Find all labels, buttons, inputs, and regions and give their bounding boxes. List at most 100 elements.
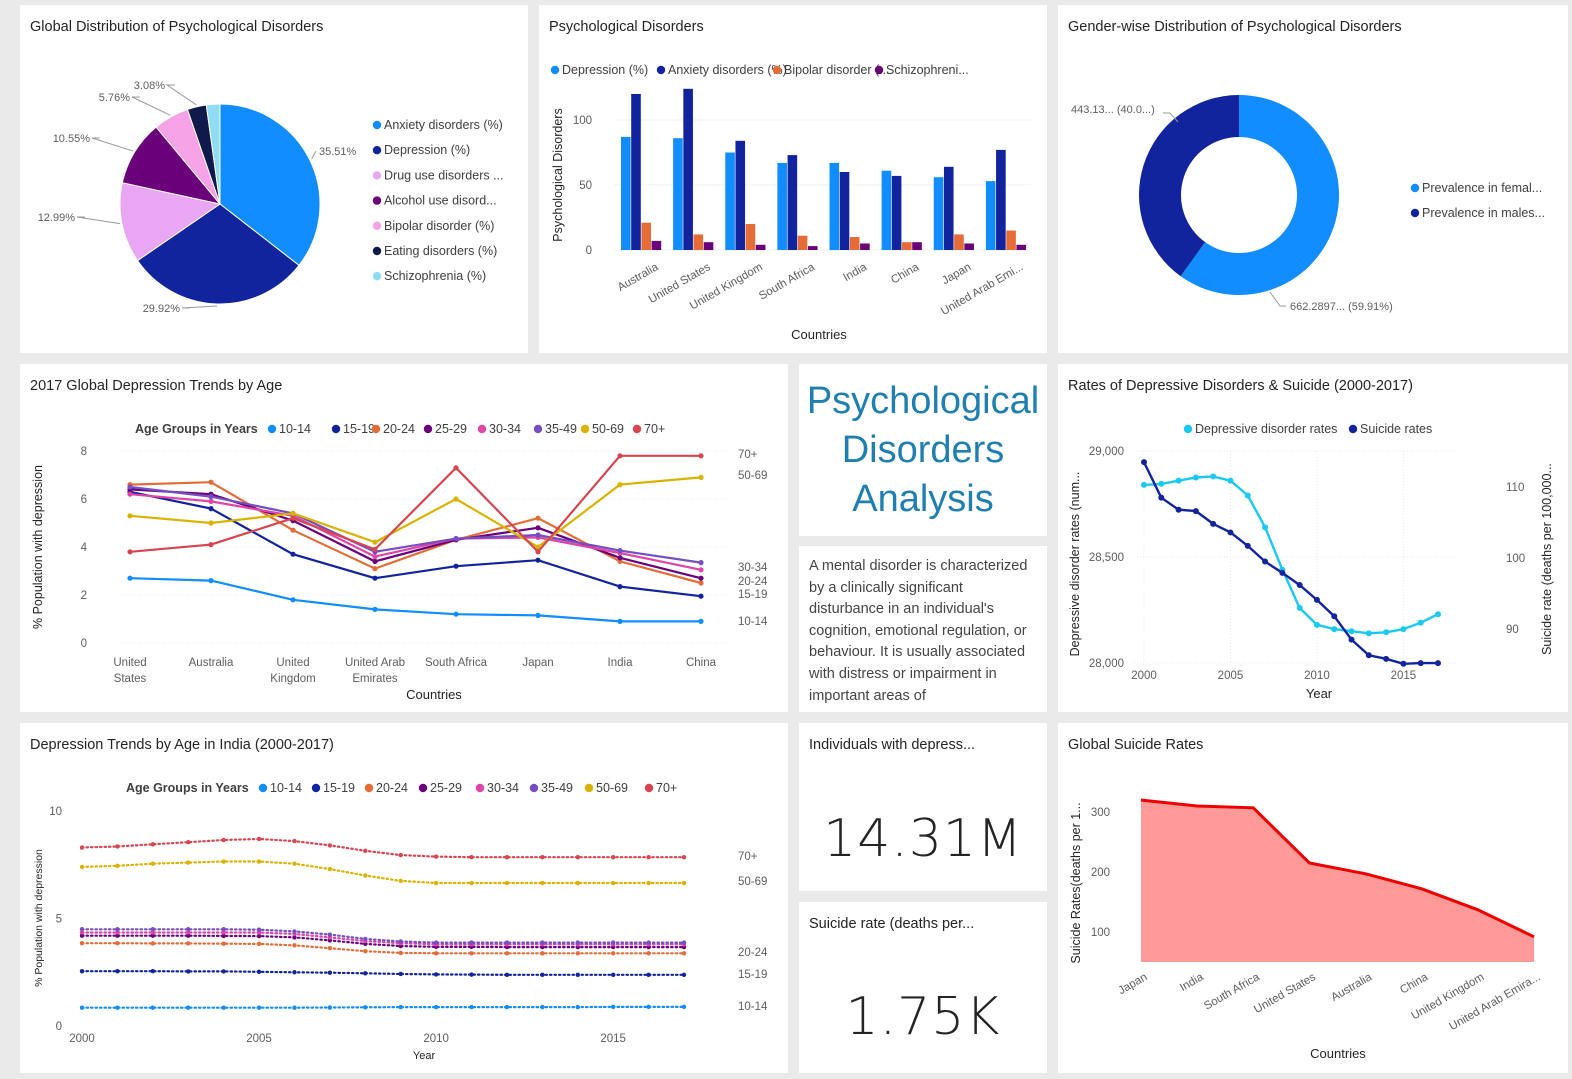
dual-y-axis-label-left: Depressive disorder rates (num... [1068,472,1082,657]
india-point-10-14 [292,1005,297,1010]
bar-legend-schizophreni-dot [874,65,884,75]
bar-south-africa-schizophreni [807,246,818,250]
india-point-50-69 [681,880,687,886]
dual-point-depressive [1262,524,1269,531]
dual-point-depressive [1400,626,1407,633]
india-legend-15-19-label: 15-19 [323,781,355,795]
suicide-rate-card[interactable]: Suicide rate (deaths per... 1.75K [799,902,1047,1073]
india-point-20-24 [256,941,262,947]
india-point-10-14 [221,1005,226,1010]
india-point-15-19 [221,969,226,974]
india-point-15-19 [292,970,297,975]
india-point-15-19 [327,970,333,975]
india-point-50-69 [221,859,226,864]
area-y-tick: 100 [1091,927,1110,939]
trend2017-point-70 [453,465,459,471]
trend2017-x-tick: Australia [189,657,234,669]
india-point-15-19 [433,972,439,977]
india-point-50-69 [150,861,156,866]
dual-point-depressive [1210,473,1217,480]
india-legend-15-19-dot [311,783,321,793]
bar-china-bipolar-disorder [902,242,912,250]
india-point-20-24 [610,951,616,956]
india-point-35-49 [469,940,474,945]
dual-y-tick-left: 28,000 [1089,658,1124,670]
trend2017-point-10-14 [290,597,296,603]
india-trend-tile[interactable]: Depression Trends by Age in India (2000-… [20,723,788,1073]
dual-point-suicide [1192,508,1199,515]
trend2017-legend-20-24-label: 20-24 [383,422,415,436]
individuals-card[interactable]: Individuals with depress... 14.31M [799,723,1047,891]
india-point-70 [540,855,545,860]
bar-japan-bipolar-disorder [954,234,964,250]
pie-legend-drug-use-disorders-label: Drug use disorders ... [384,168,504,182]
dual-point-suicide [1158,494,1165,501]
india-x-tick: 2010 [423,1033,449,1045]
bar-united-arab-emi-bipolar-disorder [1006,230,1016,250]
dual-x-tick: 2010 [1304,670,1330,682]
india-point-70 [79,845,85,850]
suicide-area-chart[interactable]: 100200300Japan IndiaSouth AfricaUnited St… [1058,723,1568,1073]
pie-data-label: 35.51% [319,146,357,158]
dual-line-depressive [1143,475,1439,635]
bar-united-kingdom-depression [725,152,735,250]
suicide-area-tile[interactable]: Global Suicide Rates 100 200 300 Japan India… [1058,723,1568,1073]
india-point-15-19 [398,971,403,977]
india-point-20-24 [540,951,545,956]
description-tile[interactable]: A mental disorder is characterized by a … [799,546,1047,712]
pie-legend-depression-dot [372,146,382,155]
india-point-50-69 [433,880,439,886]
india-legend-70-label: 70+ [656,781,677,795]
dual-axis-chart[interactable]: Depressive disorder rates Suicide rates 28… [1058,364,1568,712]
trend2017-end-label: 30-34 [738,562,768,574]
report-title-line-2: Disorders [841,429,1005,471]
india-trend-chart[interactable]: Age Groups in Years 10-14 15-19 20-24 25-29 3… [20,723,788,1073]
dual-y-tick-right: 100 [1506,553,1525,565]
donut-chart-tile[interactable]: Gender-wise Distribution of Psychologica… [1058,5,1568,353]
trend2017-end-label: 70+ [738,449,758,461]
pie-leader-3 [91,137,133,152]
trend2017-x-tick: United [113,657,146,669]
india-point-50-69 [469,880,474,886]
india-point-50-69 [610,880,616,886]
bar-china-depression [881,170,892,250]
bar-legend-schizophreni-label: Schizophreni... [886,63,969,77]
trend2017-point-50-69 [453,496,459,502]
area-x-tick: United States [1252,971,1318,1016]
india-point-35-49 [327,932,333,937]
dual-axis-tile[interactable]: Rates of Depressive Disorders & Suicide … [1058,364,1568,712]
bar-united-arab-emi-depression [985,181,996,250]
trend2017-point-20-24 [208,479,214,485]
pie-data-label: 10.55% [53,133,91,145]
india-point-20-24 [469,951,474,956]
india-point-20-24 [575,951,580,956]
india-point-10-14 [469,1004,474,1010]
bar-australia-anxiety-disorders [631,94,641,250]
bar-y-tick: 50 [579,180,592,192]
donut-chart[interactable]: 443.13... (40.0...) 662.2897... (59.91%) P… [1058,5,1568,353]
india-point-15-19 [681,972,687,978]
dual-legend-depressive-dot [1183,424,1193,434]
trend2017-x-tick: United Arab [345,657,405,669]
bar-chart-tile[interactable]: Psychological Disorders Depression (%) An… [539,5,1047,353]
bar-chart[interactable]: Depression (%) Anxiety disorders (%)Bipol… [539,5,1047,353]
pie-legend-alcohol-use-disord-label: Alcohol use disord... [384,194,497,208]
trend2017-x-tick: Japan [522,657,553,669]
trend2017-point-70 [208,542,214,548]
india-point-35-49 [150,927,156,932]
trend2017-chart[interactable]: Age Groups in Years 10-14 15-19 20-24 25-29 3… [20,364,788,712]
bar-y-tick: 100 [573,115,592,127]
bar-japan-depression [933,177,944,250]
india-point-35-49 [504,940,510,945]
pie-chart-tile[interactable]: Global Distribution of Psychological Dis… [20,5,528,353]
trend2017-end-label: 10-14 [738,616,768,628]
india-point-20-24 [79,941,85,946]
trend2017-tile[interactable]: 2017 Global Depression Trends by Age Age… [20,364,788,712]
india-point-50-69 [363,873,368,878]
area-x-tick: Japan [1116,971,1149,997]
india-point-10-14 [327,1005,333,1010]
bar-y-tick: 0 [586,245,592,257]
pie-chart[interactable]: 35.51% 29.92% 12.99% 10.55% 5.76% 3.08% Anxiet… [20,5,528,353]
india-end-label: 50-69 [738,876,767,888]
donut-label-female: 662.2897... (59.91%) [1290,301,1393,313]
